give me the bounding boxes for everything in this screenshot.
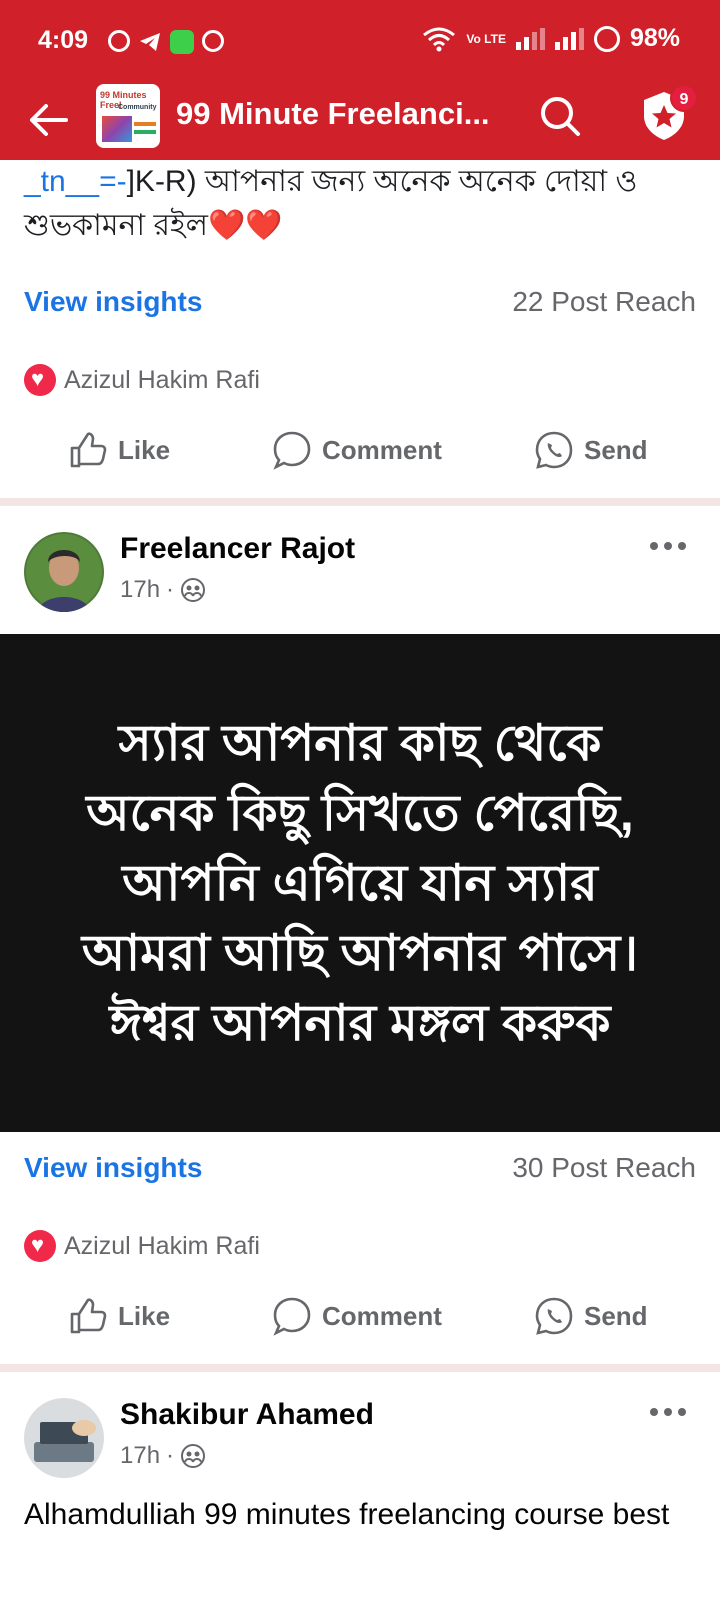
avatar[interactable] xyxy=(24,1398,104,1478)
more-options-icon[interactable] xyxy=(648,1402,688,1422)
group-avatar-subtext: Community xyxy=(118,104,157,111)
like-label: Like xyxy=(118,1300,171,1331)
like-button[interactable]: Like xyxy=(68,1296,170,1336)
insights-row: View insights 30 Post Reach xyxy=(24,1148,696,1188)
reactor-name: Azizul Hakim Rafi xyxy=(64,365,260,394)
top-bar: 4:09 Vo LTE 98% 99 Minutes Freel Communi… xyxy=(0,0,720,160)
prev-reactions[interactable]: Azizul Hakim Rafi xyxy=(24,362,260,398)
post-meta: 17h · xyxy=(120,1442,206,1470)
reactor-name: Azizul Hakim Rafi xyxy=(64,1231,260,1260)
notification-icons xyxy=(108,30,224,54)
whatsapp-icon xyxy=(535,1297,573,1335)
send-button[interactable]: Send xyxy=(534,430,648,470)
view-insights-link[interactable]: View insights xyxy=(24,1152,202,1184)
send-label: Send xyxy=(584,1300,648,1331)
group-privacy-icon xyxy=(181,578,206,602)
group-privacy-icon xyxy=(181,1444,206,1468)
like-label: Like xyxy=(118,434,171,465)
battery-percent: 98% xyxy=(629,24,680,52)
comment-button[interactable]: Comment xyxy=(272,430,442,470)
search-icon[interactable] xyxy=(538,94,582,138)
chat-app-icon xyxy=(170,30,194,54)
author-name[interactable]: Shakibur Ahamed xyxy=(120,1398,374,1432)
post-time: 17h xyxy=(120,576,161,603)
action-bar: Like Comment Send xyxy=(0,1296,720,1346)
prev-post-link[interactable]: _tn__=- xyxy=(24,165,127,198)
send-button[interactable]: Send xyxy=(534,1296,648,1336)
status-right: Vo LTE 98% xyxy=(422,24,680,53)
post-reach: 30 Post Reach xyxy=(512,1152,696,1183)
post-meta: 17h · xyxy=(120,576,206,604)
text-card-content: স্যার আপনার কাছ থেকে অনেক কিছু সিখতে পের… xyxy=(81,715,639,1051)
view-insights-link[interactable]: View insights xyxy=(24,286,202,318)
author-name[interactable]: Freelancer Rajot xyxy=(120,532,355,566)
comment-button[interactable]: Comment xyxy=(272,1296,442,1336)
thumbs-up-icon xyxy=(70,1298,107,1334)
avatar[interactable] xyxy=(24,532,104,612)
messenger-icon xyxy=(108,30,130,52)
like-button[interactable]: Like xyxy=(68,430,170,470)
group-avatar[interactable]: 99 Minutes Freel Community xyxy=(96,84,160,148)
more-options-icon[interactable] xyxy=(648,536,688,556)
prev-action-bar: Like Comment Send xyxy=(0,430,720,480)
post-header: Shakibur Ahamed 17h · xyxy=(24,1398,696,1478)
wifi-icon xyxy=(423,27,456,51)
signal-icon-2 xyxy=(554,27,584,50)
alarm-icon xyxy=(202,30,224,52)
whatsapp-icon xyxy=(535,431,573,469)
group-title[interactable]: 99 Minute Freelanci... xyxy=(176,96,490,132)
prev-post-text: _tn__=-]K-R) আপনার জন্য অনেক অনেক দোয়া … xyxy=(24,160,704,248)
thumbs-up-icon xyxy=(70,432,107,468)
post-text-card[interactable]: স্যার আপনার কাছ থেকে অনেক কিছু সিখতে পের… xyxy=(0,634,720,1132)
signal-icon xyxy=(515,27,545,50)
post-header: Freelancer Rajot 17h · xyxy=(24,532,696,612)
post-time: 17h xyxy=(120,1442,161,1469)
comment-label: Comment xyxy=(322,434,442,465)
volte-label: Vo LTE xyxy=(466,31,506,46)
battery-icon xyxy=(593,25,620,52)
reactions[interactable]: Azizul Hakim Rafi xyxy=(24,1228,260,1264)
post-divider xyxy=(0,1364,720,1372)
love-reaction-icon xyxy=(24,364,56,396)
comment-icon xyxy=(273,431,311,470)
post-divider xyxy=(0,498,720,506)
status-bar: 4:09 Vo LTE 98% xyxy=(0,0,720,84)
send-label: Send xyxy=(584,434,648,465)
back-arrow-icon[interactable] xyxy=(24,96,72,144)
comment-icon xyxy=(273,1297,311,1336)
app-header: 99 Minutes Freel Community 99 Minute Fre… xyxy=(0,84,720,160)
comment-label: Comment xyxy=(322,1300,442,1331)
love-reaction-icon xyxy=(24,1230,56,1262)
post-text: Alhamdulliah 99 minutes freelancing cour… xyxy=(24,1498,670,1531)
notification-badge: 9 xyxy=(670,84,698,112)
telegram-icon xyxy=(138,30,162,54)
prev-insights-row: View insights 22 Post Reach xyxy=(24,282,696,322)
heart-emoji: ❤️❤️ xyxy=(207,209,283,242)
post-reach: 22 Post Reach xyxy=(512,286,696,317)
status-time: 4:09 xyxy=(38,26,89,54)
